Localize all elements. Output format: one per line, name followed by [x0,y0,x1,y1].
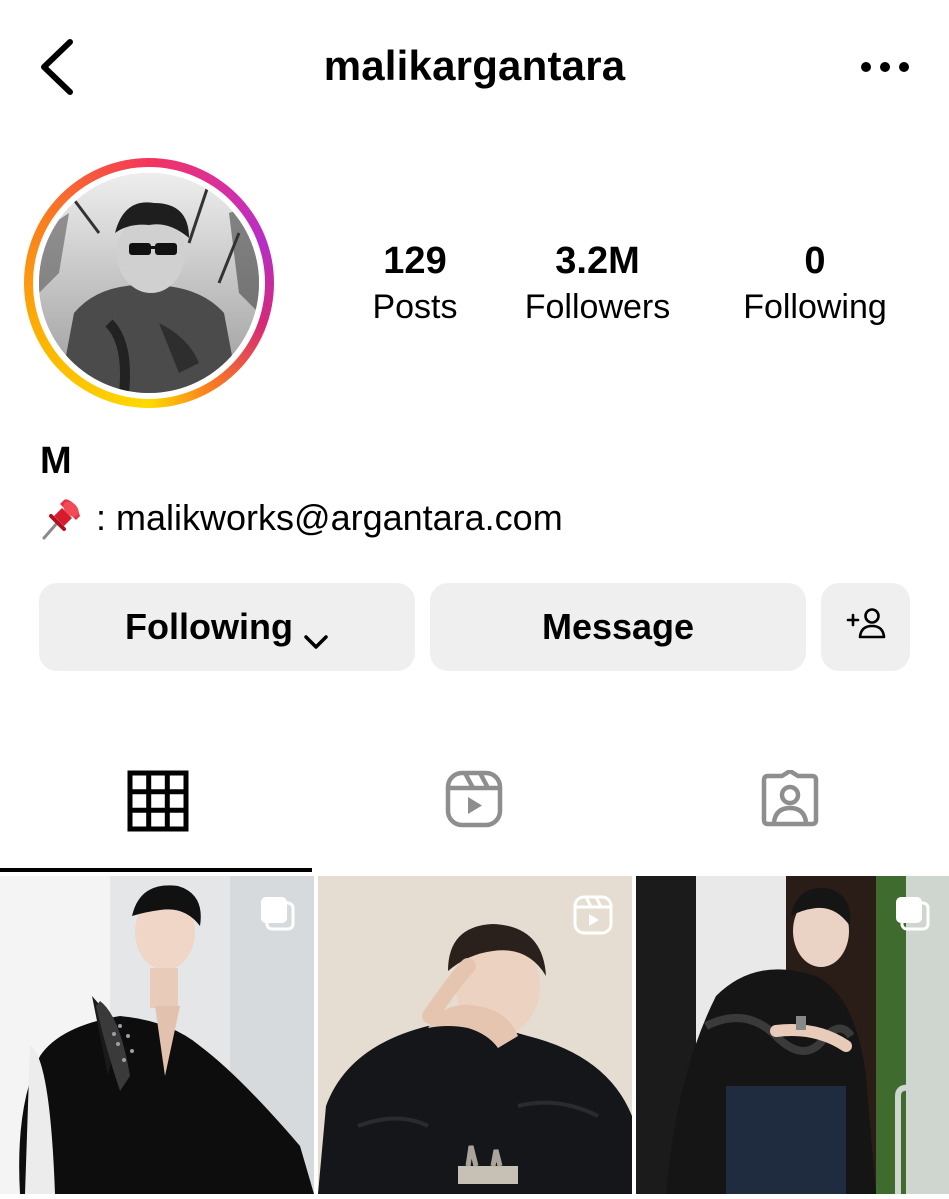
message-button[interactable]: Message [430,583,806,671]
avatar-story-ring[interactable] [24,158,274,408]
bio-line: : malikworks@argantara.com [38,494,563,542]
reels-icon [445,770,503,828]
posts-grid [0,876,949,1199]
reel-icon [572,894,614,941]
profile-tabs [0,740,949,870]
carousel-icon [258,894,296,937]
add-user-button[interactable] [821,583,910,671]
top-bar: malikargantara [0,0,949,140]
following-button[interactable]: Following [39,583,415,671]
add-user-icon [846,606,886,649]
stat-following[interactable]: 0 Following [720,238,910,330]
pushpin-icon [38,494,86,542]
message-button-label: Message [541,606,695,647]
chevron-down-icon [303,618,329,649]
grid-icon [127,770,189,832]
more-options-icon[interactable] [856,55,916,79]
followers-count: 3.2M [555,240,640,282]
followers-label: Followers [524,288,671,326]
display-name: M [40,440,72,482]
tab-tagged[interactable] [632,740,948,870]
stat-posts[interactable]: 129 Posts [350,238,480,330]
post-thumbnail[interactable] [318,876,632,1194]
post-thumbnail[interactable] [636,876,949,1194]
avatar [39,173,259,393]
following-count: 0 [804,240,826,282]
carousel-icon [893,894,931,937]
profile-username: malikargantara [323,42,626,89]
stat-followers[interactable]: 3.2M Followers [505,238,690,330]
bio-email-text[interactable]: : malikworks@argantara.com [96,497,563,539]
tab-posts-grid[interactable] [0,740,316,870]
tab-reels[interactable] [316,740,632,870]
following-button-label: Following [125,606,293,647]
active-tab-indicator [0,868,312,872]
posts-label: Posts [372,288,458,326]
posts-count: 129 [383,240,447,282]
tagged-user-icon [761,770,819,827]
post-thumbnail[interactable] [0,876,314,1194]
following-label: Following [743,288,887,326]
